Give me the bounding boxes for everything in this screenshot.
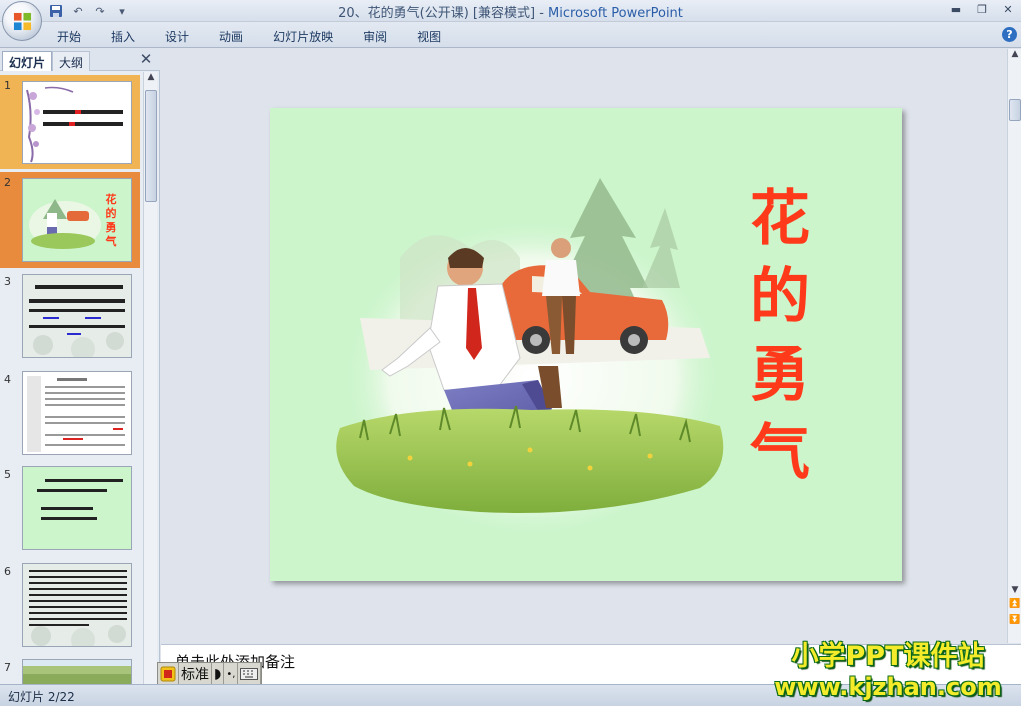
thumbnail-slide-1[interactable]: 1 [0, 75, 140, 169]
ime-logo-icon[interactable] [158, 663, 179, 685]
soft-keyboard-icon[interactable] [238, 663, 262, 685]
thumbnail-text-lines-icon [23, 275, 131, 357]
thumbnail-image [22, 371, 132, 455]
thumbnail-image [22, 563, 132, 647]
next-slide-icon[interactable]: ⏬ [1008, 615, 1021, 629]
title-bar: ↶ ↷ ▾ 20、花的勇气(公开课) [兼容模式] - Microsoft Po… [0, 0, 1021, 22]
tab-review[interactable]: 审阅 [352, 26, 398, 47]
pane-tabs: 幻灯片 大纲 ✕ [0, 49, 160, 71]
current-slide[interactable]: 花的勇气 [270, 108, 902, 581]
office-button[interactable] [2, 1, 42, 41]
help-icon[interactable]: ? [1002, 27, 1017, 42]
minimize-icon[interactable]: ▬ [943, 0, 969, 18]
previous-slide-icon[interactable]: ⏫ [1008, 599, 1021, 613]
thumbnail-image [22, 466, 132, 550]
thumbnail-slide-6[interactable]: 6 [0, 561, 140, 657]
close-icon[interactable]: ✕ [995, 0, 1021, 18]
scroll-down-icon[interactable]: ▼ [1008, 585, 1021, 599]
thumbnail-title: 花的勇气 [105, 193, 117, 248]
thumbnail-text-lines-icon [23, 564, 131, 646]
close-pane-icon[interactable]: ✕ [138, 51, 154, 67]
tab-home[interactable]: 开始 [46, 26, 92, 47]
ime-mode[interactable]: 标准 [179, 663, 212, 685]
tab-animations[interactable]: 动画 [208, 26, 254, 47]
slide-number: 5 [4, 468, 11, 481]
window-controls: ▬ ❐ ✕ [943, 0, 1021, 20]
thumbnail-image [22, 274, 132, 358]
restore-icon[interactable]: ❐ [969, 0, 995, 18]
ime-toolbar: 标准 ◗ •, [157, 662, 263, 686]
tab-view[interactable]: 视图 [406, 26, 452, 47]
office-logo-icon [13, 12, 32, 31]
punctuation-toggle-icon[interactable]: •, [224, 663, 239, 685]
slide-editing-area: 花的勇气 [161, 49, 1007, 643]
window-title-document: 20、花的勇气(公开课) [兼容模式] - [338, 6, 549, 21]
tab-insert[interactable]: 插入 [100, 26, 146, 47]
thumbnail-text-lines-icon [23, 467, 131, 549]
thumbnail-image [22, 659, 132, 684]
tab-outline[interactable]: 大纲 [52, 51, 91, 71]
ribbon-tabs: 开始 插入 设计 动画 幻灯片放映 审阅 视图 [46, 26, 460, 47]
slide-title[interactable]: 花的勇气 [740, 180, 820, 492]
slide-number: 7 [4, 661, 11, 674]
thumbnail-image [22, 81, 132, 164]
scroll-up-icon[interactable]: ▲ [1008, 49, 1021, 63]
thumbnail-image: 花的勇气 [22, 178, 132, 262]
slide-number: 6 [4, 565, 11, 578]
watermark-title: 小学PPT课件站 [791, 641, 985, 672]
slide-number: 2 [4, 176, 11, 189]
thumbnail-slide-3[interactable]: 3 [0, 271, 140, 367]
thumbnail-slide-4[interactable]: 4 [0, 369, 140, 465]
slide-number: 4 [4, 373, 11, 386]
thumbnail-slide-2[interactable]: 2 花的勇气 [0, 172, 140, 268]
window-title: 20、花的勇气(公开课) [兼容模式] - Microsoft PowerPoi… [0, 2, 1021, 21]
watermark-url: www.kjzhan.com [774, 673, 1002, 701]
scrollbar-thumb[interactable] [145, 90, 157, 202]
watermark: 小学PPT课件站 www.kjzhan.com [772, 641, 1004, 703]
slide-counter: 幻灯片 2/22 [8, 690, 75, 704]
window-title-app: Microsoft PowerPoint [548, 6, 683, 21]
thumbnail-slide-5[interactable]: 5 [0, 464, 140, 560]
fullwidth-toggle-icon[interactable]: ◗ [212, 663, 225, 685]
scroll-up-icon[interactable]: ▲ [144, 72, 158, 88]
tab-slideshow[interactable]: 幻灯片放映 [262, 26, 344, 47]
thumbnails-scrollbar[interactable]: ▲ [143, 72, 157, 684]
tab-slides[interactable]: 幻灯片 [2, 51, 53, 71]
thumbnail-slide-7[interactable]: 7 [0, 657, 140, 684]
ribbon: 开始 插入 设计 动画 幻灯片放映 审阅 视图 ? [0, 22, 1021, 48]
thumbnail-document-icon [23, 372, 131, 454]
slide-number: 1 [4, 79, 11, 92]
thumbnail-landscape-icon [23, 660, 131, 684]
slide-number: 3 [4, 275, 11, 288]
slide-thumbnails: 1 2 花的勇气 3 4 5 6 7 [0, 72, 142, 684]
slide-scrollbar[interactable]: ▲ ▼ ⏫ ⏬ [1007, 49, 1021, 643]
tab-design[interactable]: 设计 [154, 26, 200, 47]
floral-decoration-icon [23, 82, 131, 163]
scrollbar-thumb[interactable] [1009, 99, 1021, 121]
slides-pane: 幻灯片 大纲 ✕ 1 2 花的勇气 3 4 5 6 7 ▲ [0, 49, 160, 684]
